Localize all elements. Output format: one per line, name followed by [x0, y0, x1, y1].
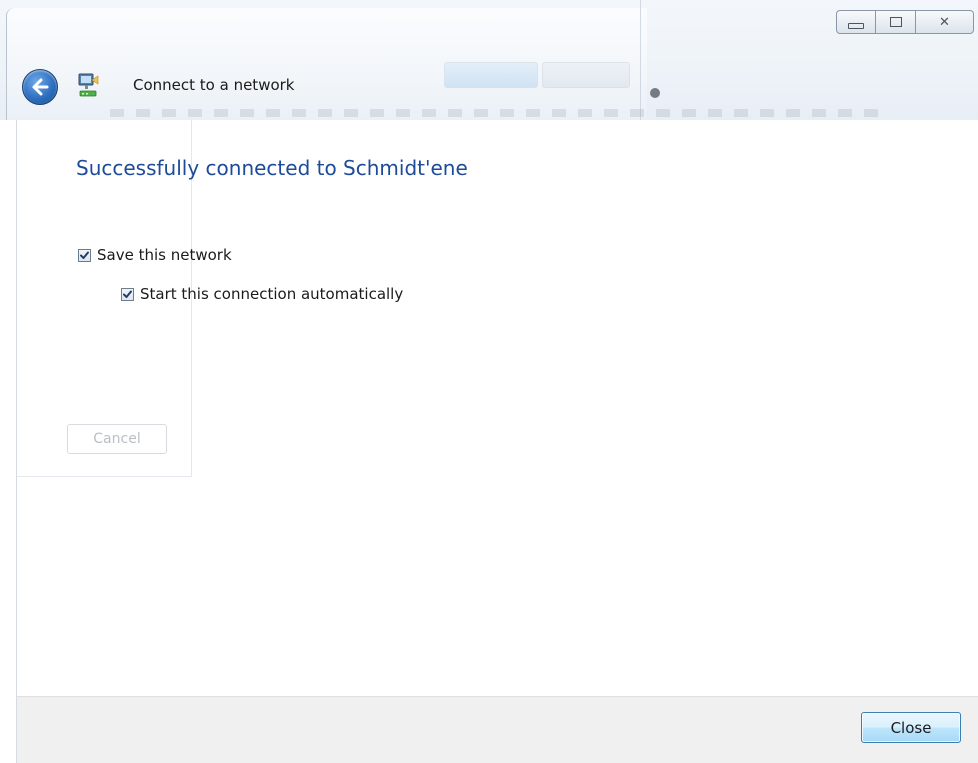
- content-pane: Cancel Successfully connected to Schmidt…: [16, 120, 978, 696]
- maximize-icon: [889, 17, 902, 27]
- back-arrow-icon: [32, 78, 49, 96]
- minimize-button[interactable]: [836, 10, 876, 34]
- background-ghost-button: [542, 62, 630, 88]
- page-heading: Successfully connected to Schmidt'ene: [76, 156, 468, 180]
- checkmark-icon: [123, 290, 132, 298]
- dialog-footer: Close: [16, 696, 978, 763]
- window-caption-buttons: ✕: [836, 10, 974, 34]
- connect-network-window: ✕ Connect to a network Cancel Successful…: [0, 0, 978, 763]
- auto-start-label: Start this connection automatically: [140, 285, 404, 303]
- window-chrome: [0, 0, 978, 120]
- checkmark-icon: [80, 251, 89, 259]
- save-network-option[interactable]: Save this network: [78, 246, 232, 264]
- back-button[interactable]: [22, 69, 58, 105]
- auto-start-option[interactable]: Start this connection automatically: [121, 285, 403, 303]
- maximize-button[interactable]: [876, 10, 916, 34]
- minimize-icon: [848, 23, 864, 29]
- auto-start-checkbox[interactable]: [121, 287, 134, 301]
- save-network-checkbox[interactable]: [78, 248, 91, 262]
- close-button[interactable]: Close: [861, 712, 961, 743]
- wizard-title: Connect to a network: [133, 76, 295, 94]
- background-window-divider: [640, 0, 641, 120]
- window-close-button[interactable]: ✕: [916, 10, 974, 34]
- background-ghost-cancel-button: Cancel: [67, 424, 167, 454]
- background-ghost-cursor: [650, 88, 660, 98]
- close-icon: ✕: [939, 14, 950, 30]
- network-icon: [78, 73, 99, 97]
- save-network-label: Save this network: [97, 246, 232, 264]
- background-ghost-toolbar: [110, 109, 890, 117]
- background-ghost-button: [444, 62, 538, 88]
